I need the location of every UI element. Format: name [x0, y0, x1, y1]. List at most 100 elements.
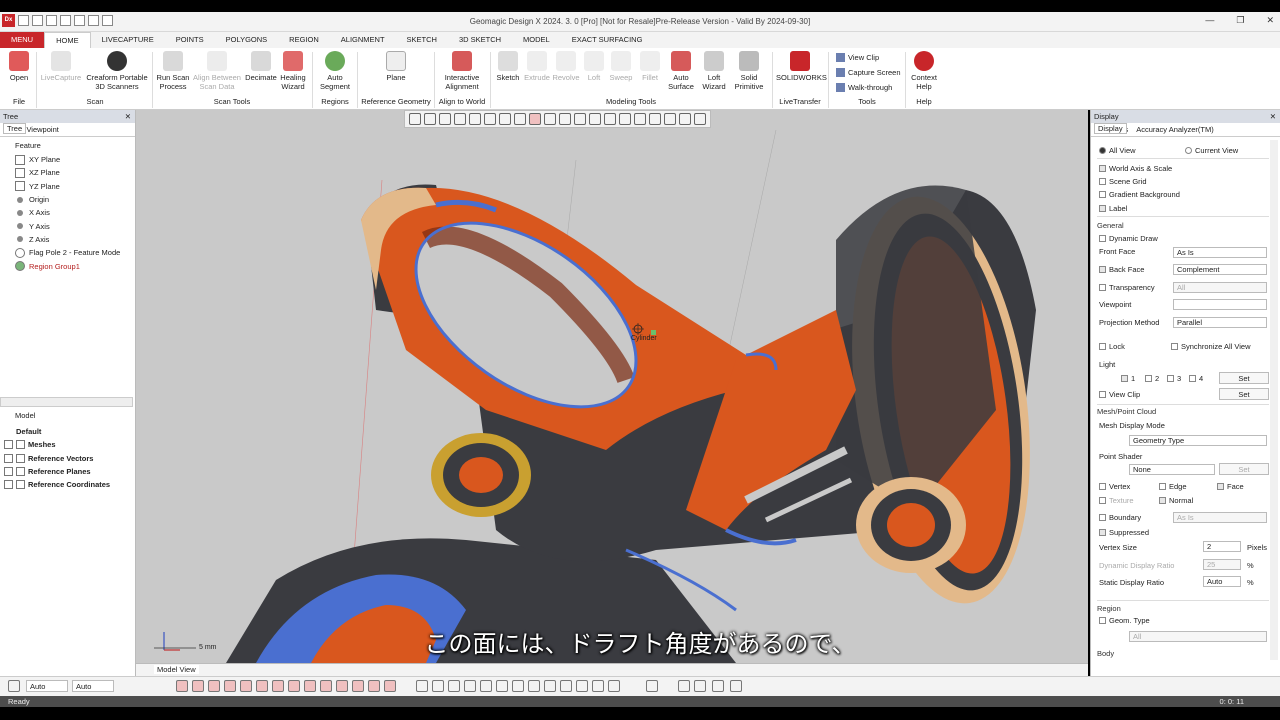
light-2-checkbox[interactable]: 2	[1145, 374, 1159, 383]
lock-checkbox[interactable]: Lock	[1099, 342, 1125, 351]
creaform-button[interactable]: Creaform Portable 3D Scanners	[84, 51, 150, 91]
hidden-line-icon[interactable]	[528, 680, 540, 692]
transparency-checkbox[interactable]: Transparency	[1099, 283, 1155, 292]
dynamic-draw-checkbox[interactable]: Dynamic Draw	[1099, 234, 1158, 243]
boundary-checkbox[interactable]: Boundary	[1099, 513, 1141, 522]
solid-primitive-button[interactable]: Solid Primitive	[732, 51, 766, 91]
selection-mode-select[interactable]: Auto	[72, 680, 114, 692]
vertex-size-stepper[interactable]: 2	[1203, 541, 1241, 552]
loft-button[interactable]: Loft	[582, 51, 606, 82]
tab-polygons[interactable]: POLYGONS	[215, 32, 279, 48]
brush-select-icon[interactable]	[604, 113, 616, 125]
solidworks-button[interactable]: SOLIDWORKS	[776, 51, 827, 82]
tree-item-xz-plane[interactable]: XZ Plane	[0, 166, 135, 179]
filter-point-icon[interactable]	[176, 680, 188, 692]
sketch-button[interactable]: Sketch	[494, 51, 522, 82]
section-view-icon[interactable]	[544, 680, 556, 692]
light-3-checkbox[interactable]: 3	[1167, 374, 1181, 383]
world-axis-checkbox[interactable]: World Axis & Scale	[1099, 164, 1172, 173]
face-checkbox[interactable]: Face	[1217, 482, 1244, 491]
plane-button[interactable]: Plane	[366, 51, 426, 82]
filter-circle-icon[interactable]	[384, 680, 396, 692]
livecapture-button[interactable]: LiveCapture	[40, 51, 82, 82]
visibility-icon[interactable]	[679, 113, 691, 125]
tab-livecapture[interactable]: LIVECAPTURE	[91, 32, 165, 48]
tab-menu[interactable]: MENU	[0, 32, 45, 48]
tab-display[interactable]: Display	[1094, 123, 1127, 134]
tab-model-view[interactable]: Model View	[154, 665, 199, 674]
curvature-icon[interactable]	[592, 680, 604, 692]
point-shader-set-button[interactable]: Set	[1219, 463, 1269, 475]
scene-grid-checkbox[interactable]: Scene Grid	[1099, 177, 1147, 186]
minimize-button[interactable]: —	[1205, 15, 1214, 26]
tab-accuracy-analyzer[interactable]: Accuracy Analyzer(TM)	[1136, 123, 1214, 136]
record-icon[interactable]	[712, 680, 724, 692]
open-button[interactable]: Open	[6, 51, 32, 82]
print-icon[interactable]	[730, 680, 742, 692]
close-button[interactable]: ✕	[1266, 15, 1274, 26]
filter-face-icon[interactable]	[240, 680, 252, 692]
tab-alignment[interactable]: ALIGNMENT	[330, 32, 396, 48]
transparency-select[interactable]: All	[1173, 282, 1267, 293]
gradient-background-checkbox[interactable]: Gradient Background	[1099, 190, 1180, 199]
deviation-icon[interactable]	[608, 680, 620, 692]
select-mode-icon[interactable]	[409, 113, 421, 125]
circle-select-icon[interactable]	[559, 113, 571, 125]
light-icon[interactable]	[560, 680, 572, 692]
tree-item-xy-plane[interactable]: XY Plane	[0, 153, 135, 166]
context-help-button[interactable]: Context Help	[909, 51, 939, 91]
normal-checkbox[interactable]: Normal	[1159, 496, 1193, 505]
tree-item-z-axis[interactable]: Z Axis	[0, 233, 135, 246]
edge-checkbox[interactable]: Edge	[1159, 482, 1187, 491]
filter-curve-icon[interactable]	[352, 680, 364, 692]
shaded-icon[interactable]	[496, 680, 508, 692]
extrude-button[interactable]: Extrude	[522, 51, 552, 82]
tab-3d-sketch[interactable]: 3D SKETCH	[448, 32, 512, 48]
panel-close-icon[interactable]: ✕	[125, 110, 131, 123]
healing-wizard-button[interactable]: Healing Wizard	[278, 51, 308, 91]
selection-filter-select[interactable]: Auto	[26, 680, 68, 692]
mesh-model-render[interactable]	[136, 110, 1088, 663]
dynamic-ratio-stepper[interactable]: 25	[1203, 559, 1241, 570]
view-clip-checkbox[interactable]: View Clip	[1099, 390, 1140, 399]
region-select-icon[interactable]	[634, 113, 646, 125]
left-view-icon[interactable]	[484, 113, 496, 125]
front-face-select[interactable]: As Is	[1173, 247, 1267, 258]
view-clip-button[interactable]: View Clip	[836, 53, 879, 62]
box-select-icon[interactable]	[424, 113, 436, 125]
fillet-button[interactable]: Fillet	[636, 51, 664, 82]
tab-viewpoint[interactable]: Viewpoint	[26, 123, 58, 136]
wireframe-icon[interactable]	[512, 680, 524, 692]
viewpoint-select[interactable]	[1173, 299, 1267, 310]
model-viewport[interactable]	[136, 110, 1088, 663]
tab-points[interactable]: POINTS	[165, 32, 215, 48]
geom-type-select[interactable]: All	[1129, 631, 1267, 642]
color-icon[interactable]	[576, 680, 588, 692]
panel-close-icon[interactable]: ✕	[1270, 110, 1276, 123]
mesh-display-mode-select[interactable]: Geometry Type	[1129, 435, 1267, 446]
filter-vertex-icon[interactable]	[272, 680, 284, 692]
expand-icon[interactable]	[4, 480, 13, 490]
synchronize-checkbox[interactable]: Synchronize All View	[1171, 342, 1250, 351]
measure-icon[interactable]	[646, 680, 658, 692]
tree-horizontal-scrollbar[interactable]	[0, 397, 133, 407]
sweep-button[interactable]: Sweep	[608, 51, 634, 82]
pan-view-icon[interactable]	[464, 680, 476, 692]
boundary-select[interactable]: As Is	[1173, 512, 1267, 523]
model-item-default[interactable]: Default	[0, 425, 134, 438]
snap-icon[interactable]	[8, 680, 20, 692]
run-scan-process-button[interactable]: Run Scan Process	[156, 51, 190, 91]
align-scan-data-button[interactable]: Align Between Scan Data	[192, 51, 242, 91]
polygon-select-icon[interactable]	[574, 113, 586, 125]
projection-select[interactable]: Parallel	[1173, 317, 1267, 328]
dimension-icon[interactable]	[694, 680, 706, 692]
align-view-icon[interactable]	[678, 680, 690, 692]
expand-icon[interactable]	[4, 440, 13, 450]
tree-item-origin[interactable]: Origin	[0, 193, 135, 206]
tab-sketch[interactable]: SKETCH	[396, 32, 448, 48]
tab-home[interactable]: HOME	[44, 32, 91, 48]
decimate-button[interactable]: Decimate	[244, 51, 278, 82]
paint-select-icon[interactable]	[619, 113, 631, 125]
light-set-button[interactable]: Set	[1219, 372, 1269, 384]
maximize-button[interactable]: ❐	[1236, 15, 1244, 26]
